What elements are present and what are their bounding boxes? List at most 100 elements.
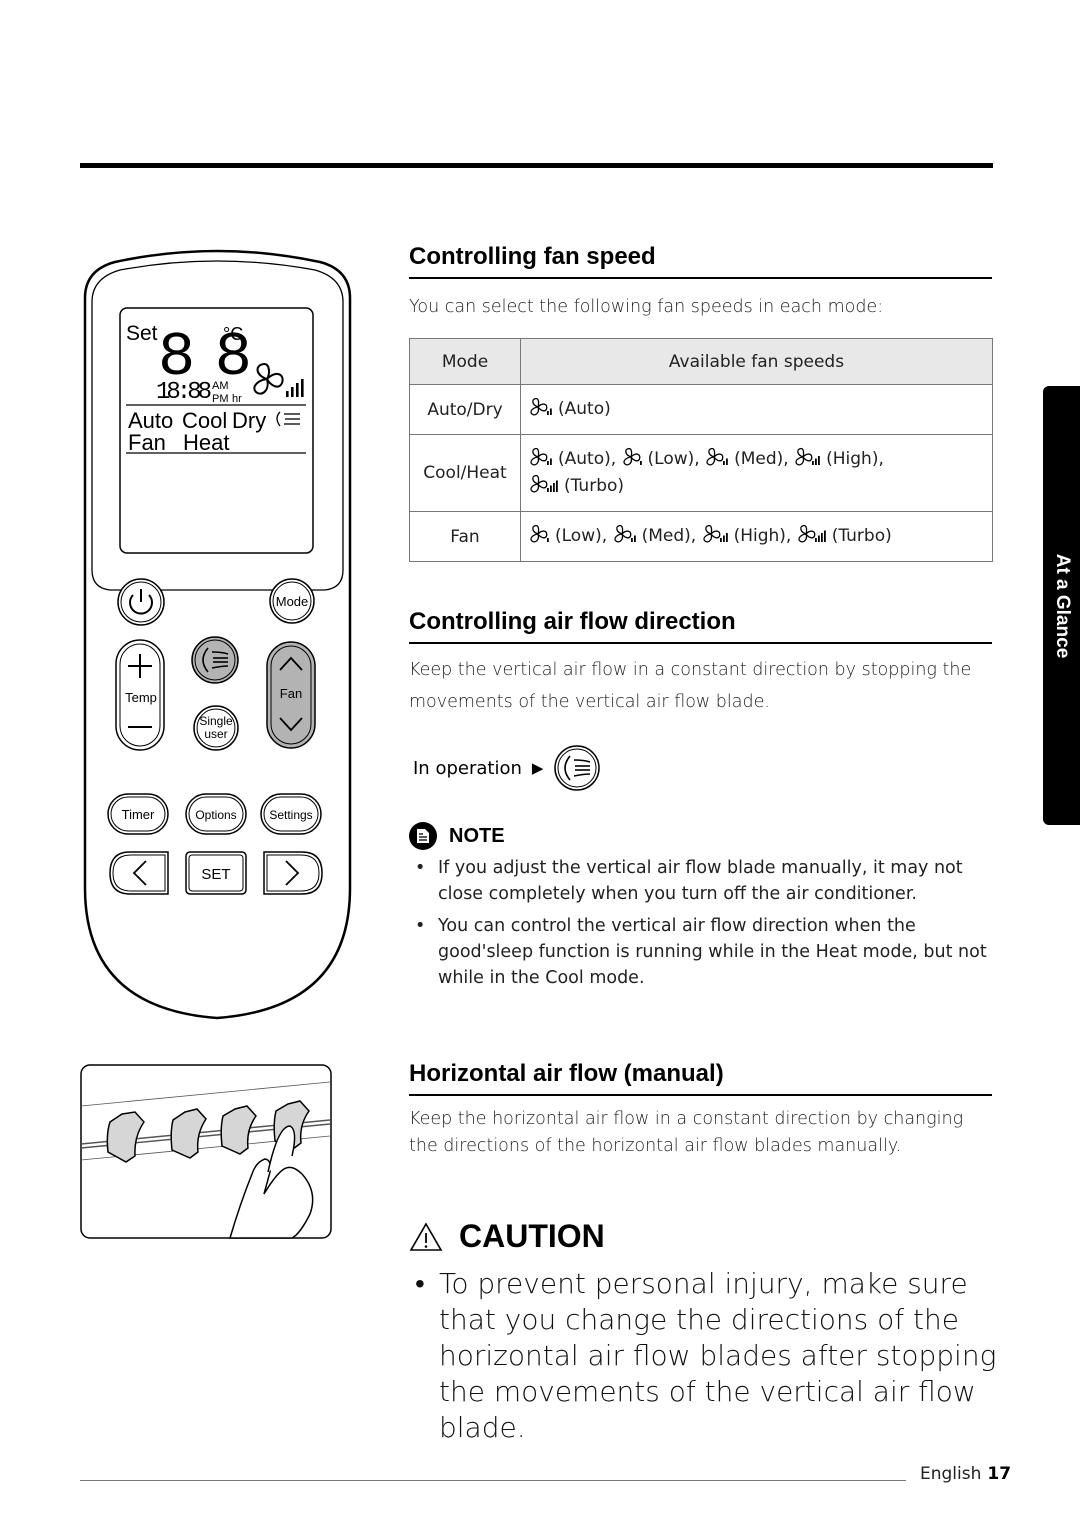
set-button[interactable]: SET xyxy=(185,851,247,895)
footer-rule xyxy=(80,1480,906,1481)
options-button[interactable]: Options xyxy=(185,793,247,835)
top-rule xyxy=(80,163,993,168)
right-button[interactable] xyxy=(263,851,323,895)
note-heading: NOTE xyxy=(409,822,505,850)
lcd-set-label: Set xyxy=(126,322,158,345)
table-row: Cool/Heat (Auto), (Low), (Med), (High), (… xyxy=(409,434,993,512)
lcd-unit: °C xyxy=(223,324,243,344)
set-button-label: SET xyxy=(201,866,230,883)
mode-button[interactable]: Mode xyxy=(269,578,315,624)
fan-high-icon xyxy=(794,447,823,466)
fan-high-icon xyxy=(702,524,731,543)
footer-language: English xyxy=(920,1464,982,1484)
fan-speed-label: (Auto) xyxy=(558,399,611,419)
section-title: Horizontal air flow (manual) xyxy=(409,1060,724,1087)
fan-speed-label: (High), xyxy=(733,526,792,546)
table-row: Fan (Low), (Med), (High), (Turbo) xyxy=(409,511,993,562)
table-header-row: Mode Available fan speeds xyxy=(409,338,993,385)
power-button[interactable] xyxy=(117,578,165,626)
table-cell-speeds: (Auto) xyxy=(520,384,993,435)
note-label: NOTE xyxy=(449,824,505,847)
settings-button-label: Settings xyxy=(269,808,312,822)
table-cell-mode: Auto/Dry xyxy=(409,384,521,435)
table-header-speeds: Available fan speeds xyxy=(520,338,993,385)
section-body: Keep the vertical air flow in a constant… xyxy=(409,659,972,712)
section-rule xyxy=(409,642,992,644)
single-user-label-2: user xyxy=(204,727,227,741)
section-fan-speed: Controlling fan speed You can select the… xyxy=(409,243,992,323)
lcd-time-digits: 18:88 xyxy=(156,379,212,406)
in-operation-label: In operation xyxy=(413,757,522,779)
fan-auto-icon xyxy=(529,397,555,416)
lcd-hr: hr xyxy=(232,393,242,405)
section-air-flow-direction: Controlling air flow direction Keep the … xyxy=(409,608,992,718)
fan-speed-option: (Low), xyxy=(529,524,608,546)
airflow-button-icon xyxy=(554,745,601,791)
fan-speed-option: (Turbo) xyxy=(797,524,892,546)
fan-speed-label: (High), xyxy=(826,449,884,469)
section-title: Controlling air flow direction xyxy=(409,608,736,635)
fan-speed-label: (Low), xyxy=(555,526,608,546)
section-rule xyxy=(409,1094,992,1096)
temp-button-label: Temp xyxy=(125,690,157,705)
airflow-direction-button[interactable] xyxy=(191,636,239,684)
lcd-pm: PM xyxy=(212,393,229,405)
remote-control-illustration: Set 88 °C 18:88 AM PM hr Auto Cool Dry F… xyxy=(83,249,352,1020)
horizontal-blades-illustration xyxy=(80,1064,332,1239)
table-cell-mode: Cool/Heat xyxy=(409,434,521,512)
table-cell-speeds: (Low), (Med), (High), (Turbo) xyxy=(520,511,993,562)
section-rule xyxy=(409,277,992,279)
fan-speed-option: (Turbo) xyxy=(529,474,625,496)
fan-speed-option: (Auto) xyxy=(529,397,611,419)
fan-speed-option: (Med), xyxy=(705,447,789,469)
timer-button[interactable]: Timer xyxy=(107,793,169,835)
note-icon xyxy=(409,822,437,850)
fan-speed-option: (Low), xyxy=(622,447,700,469)
lcd-mode-fan: Fan xyxy=(128,430,166,455)
fan-button-label: Fan xyxy=(280,686,302,701)
fan-turbo-icon xyxy=(529,474,561,493)
fan-auto-icon xyxy=(529,447,555,466)
single-user-button[interactable]: Single user xyxy=(193,705,239,751)
in-operation-row: In operation ▶ xyxy=(413,744,601,792)
note-list: If you adjust the vertical air flow blad… xyxy=(409,855,999,997)
table-cell-mode: Fan xyxy=(409,511,521,562)
lcd-mode-heat: Heat xyxy=(183,430,229,455)
caution-text: To prevent personal injury, make sure th… xyxy=(409,1266,999,1446)
temp-button[interactable]: Temp xyxy=(115,639,165,751)
fan-speed-option: (Auto), xyxy=(529,447,617,469)
lcd-mode-dry: Dry xyxy=(232,408,266,433)
section-body: Keep the horizontal air flow in a consta… xyxy=(409,1108,964,1156)
fan-med-icon xyxy=(613,524,639,543)
fan-speed-label: (Turbo) xyxy=(831,526,892,546)
lcd-am: AM xyxy=(212,380,229,392)
fan-speed-button[interactable]: Fan xyxy=(266,641,316,749)
note-item: You can control the vertical air flow di… xyxy=(409,913,999,991)
options-button-label: Options xyxy=(195,808,236,822)
timer-button-label: Timer xyxy=(122,807,155,822)
fan-speed-label: (Med), xyxy=(734,449,789,469)
fan-speed-option: (Med), xyxy=(613,524,696,546)
fan-speed-label: (Auto), xyxy=(558,449,617,469)
table-header-mode: Mode xyxy=(409,338,521,385)
warning-triangle-icon xyxy=(409,1221,443,1251)
left-button[interactable] xyxy=(109,851,169,895)
fan-turbo-icon xyxy=(797,524,829,543)
page-number: 17 xyxy=(987,1464,1012,1484)
table-cell-speeds: (Auto), (Low), (Med), (High), (Turbo) xyxy=(520,434,993,512)
fan-speed-option: (High), xyxy=(702,524,792,546)
fan-speed-label: (Turbo) xyxy=(564,476,625,496)
page-footer: English 17 xyxy=(920,1464,1011,1484)
caution-label: CAUTION xyxy=(459,1218,605,1254)
side-tab-label: At a Glance xyxy=(1052,553,1073,659)
note-item: If you adjust the vertical air flow blad… xyxy=(409,855,999,907)
fan-speed-label: (Low), xyxy=(647,449,700,469)
fan-speed-table: Mode Available fan speeds Auto/Dry (Auto)… xyxy=(409,338,993,562)
fan-low-icon xyxy=(622,447,645,466)
fan-speed-option: (High), xyxy=(794,447,884,469)
play-arrow-icon: ▶ xyxy=(531,759,544,777)
fan-low-icon xyxy=(529,524,552,543)
section-horizontal-air-flow: Horizontal air flow (manual) Keep the ho… xyxy=(409,1060,992,1160)
settings-button[interactable]: Settings xyxy=(260,793,322,835)
table-row: Auto/Dry (Auto) xyxy=(409,384,993,435)
